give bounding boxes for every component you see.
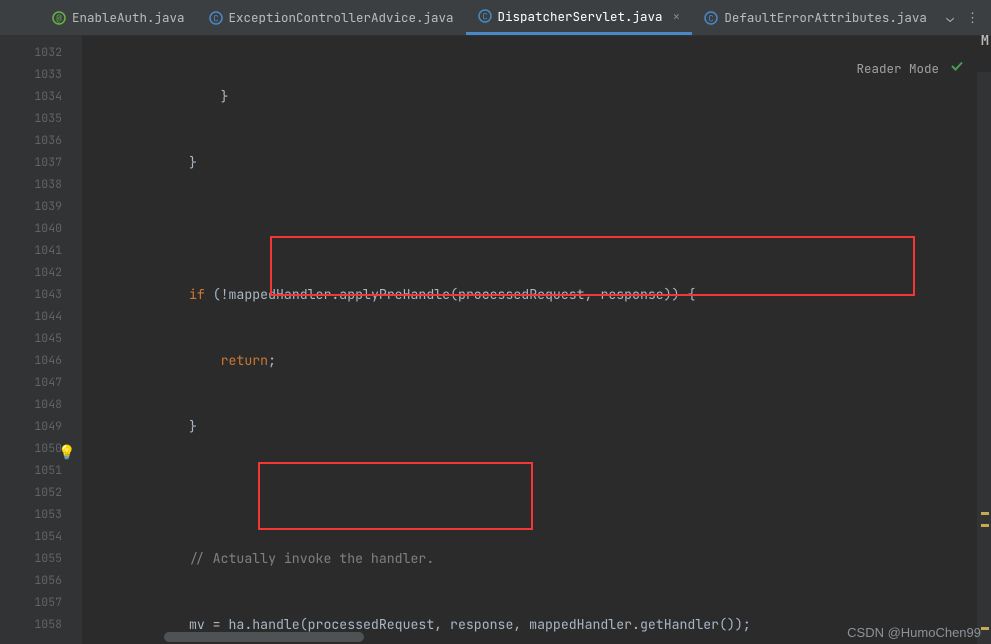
reader-mode-button[interactable]: Reader Mode	[856, 60, 939, 77]
line-number: 1032	[12, 42, 82, 64]
svg-text:@: @	[56, 12, 62, 24]
tab-defaulterrorattributes[interactable]: C DefaultErrorAttributes.java	[692, 0, 939, 35]
editor-toolbar: Reader Mode	[856, 58, 965, 78]
more-icon[interactable]: ⋮	[966, 9, 979, 26]
tab-label: DefaultErrorAttributes.java	[724, 9, 927, 26]
svg-text:C: C	[709, 12, 714, 24]
line-number: 1047	[12, 372, 82, 394]
line-number: 1038	[12, 174, 82, 196]
minimap[interactable]	[977, 72, 991, 644]
line-number: 1048	[12, 394, 82, 416]
line-number: 1041	[12, 240, 82, 262]
class-icon: C	[704, 11, 718, 25]
annotation-icon: @	[52, 11, 66, 25]
editor: 💡 10321033103410351036103710381039104010…	[0, 36, 991, 644]
tab-label: ExceptionControllerAdvice.java	[229, 9, 454, 26]
line-number: 1037	[12, 152, 82, 174]
code-area[interactable]: } } if (!mappedHandler.applyPreHandle(pr…	[82, 36, 991, 644]
gutter: 💡 10321033103410351036103710381039104010…	[12, 36, 82, 644]
far-gutter	[0, 36, 12, 644]
line-number: 1053	[12, 504, 82, 526]
line-number: 1052	[12, 482, 82, 504]
line-number: 1040	[12, 218, 82, 240]
minimap-mark	[981, 627, 989, 630]
line-number: 1033	[12, 64, 82, 86]
class-icon: C	[478, 9, 492, 23]
line-number: 1035	[12, 108, 82, 130]
class-icon: C	[209, 11, 223, 25]
line-number: 1055	[12, 548, 82, 570]
horizontal-scrollbar[interactable]	[164, 632, 364, 642]
tab-bar: @ EnableAuth.java C ExceptionControllerA…	[0, 0, 991, 36]
line-number: 1046	[12, 350, 82, 372]
line-number: 1054	[12, 526, 82, 548]
close-icon[interactable]: ×	[673, 8, 681, 25]
watermark: CSDN @HumoChen99	[847, 625, 981, 640]
svg-text:C: C	[213, 12, 218, 24]
minimap-mark	[981, 512, 989, 515]
line-number: 1058	[12, 614, 82, 636]
tab-enableauth[interactable]: @ EnableAuth.java	[40, 0, 197, 35]
line-number: 1036	[12, 130, 82, 152]
line-number: 1049	[12, 416, 82, 438]
tab-label: EnableAuth.java	[72, 9, 185, 26]
line-number: 1043	[12, 284, 82, 306]
minimap-mark	[981, 524, 989, 527]
chevron-down-icon[interactable]: ⌄	[946, 9, 954, 26]
line-number: 1045	[12, 328, 82, 350]
tab-bar-actions: ⌄ ⋮	[946, 9, 991, 26]
intention-bulb-icon[interactable]: 💡	[58, 442, 75, 464]
line-number: 1044	[12, 306, 82, 328]
svg-text:C: C	[482, 11, 487, 23]
line-number: 1057	[12, 592, 82, 614]
line-number: 1034	[12, 86, 82, 108]
line-number: 1056	[12, 570, 82, 592]
line-number: 1039	[12, 196, 82, 218]
check-icon[interactable]	[949, 58, 965, 78]
tab-label: DispatcherServlet.java	[498, 8, 663, 25]
tab-exceptioncontrolleradvice[interactable]: C ExceptionControllerAdvice.java	[197, 0, 466, 35]
line-number: 1042	[12, 262, 82, 284]
tab-dispatcherservlet[interactable]: C DispatcherServlet.java ×	[466, 0, 693, 35]
